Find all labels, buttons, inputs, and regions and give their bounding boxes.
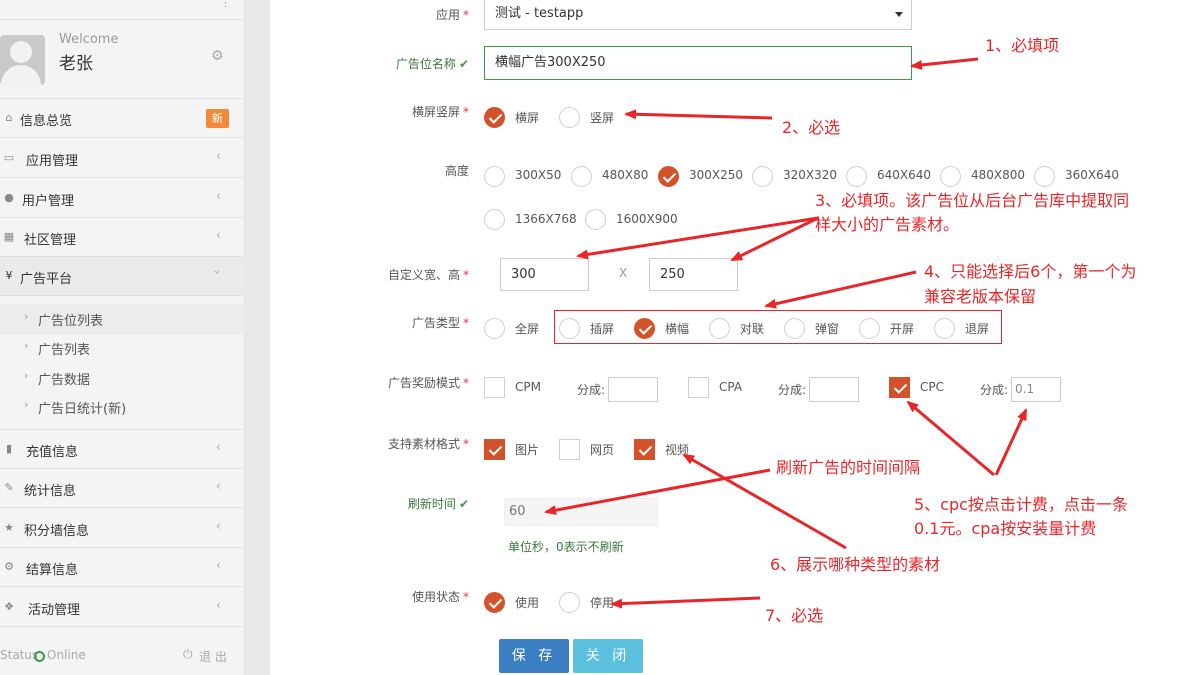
arrow-2: [624, 109, 773, 120]
annotation-2: 2、必选: [782, 118, 841, 137]
annotation-3-line2: 样大小的广告素材。: [815, 215, 960, 234]
annotation-3-line1: 3、必填项。该广告位从后台广告库中提取同: [815, 191, 1130, 210]
arrow-5a: [906, 400, 995, 477]
arrow-7: [610, 596, 761, 609]
annotation-7: 7、必选: [765, 606, 824, 625]
arrow-5b: [994, 408, 1028, 476]
annotation-6: 6、展示哪种类型的素材: [770, 555, 941, 574]
annotation-refresh: 刷新广告的时间间隔: [776, 458, 921, 477]
annotation-4-line2: 兼容老版本保留: [924, 287, 1037, 306]
annotation-5-line1: 5、cpc按点击计费，点击一条: [914, 495, 1128, 514]
arrow-1: [910, 57, 979, 70]
annotation-1: 1、必填项: [985, 36, 1060, 55]
arrow-refresh: [544, 468, 771, 516]
arrow-4: [764, 270, 917, 309]
annotation-arrows: [544, 57, 1028, 609]
annotation-5-line2: 0.1元。cpa按安装量计费: [914, 519, 1097, 538]
annotation-4-line1: 4、只能选择后6个，第一个为: [924, 262, 1137, 281]
